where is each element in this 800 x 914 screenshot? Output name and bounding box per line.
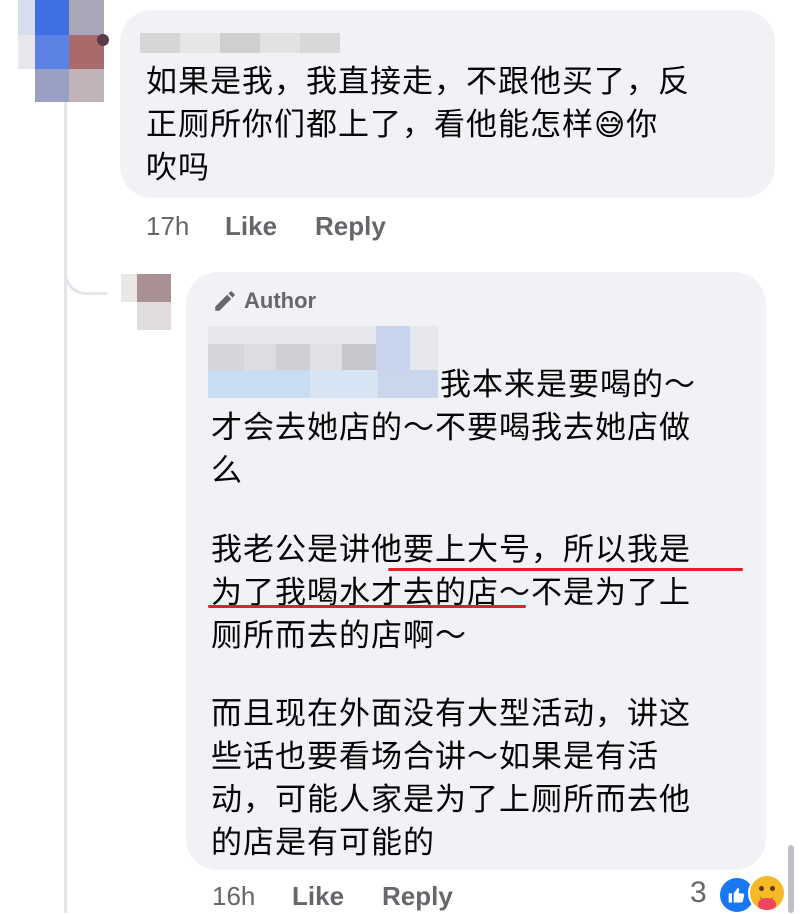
reply-text-line: 些话也要看场合讲～如果是有活	[211, 739, 659, 775]
highlight-underline	[388, 568, 743, 571]
commenter-name-redacted	[140, 33, 340, 53]
comment-text-line: 如果是我，我直接走，不跟他买了，反	[146, 64, 690, 100]
reply-button[interactable]: Reply	[315, 211, 386, 242]
reply-text-line: 而且现在外面没有大型活动，讲这	[211, 696, 691, 732]
avatar[interactable]	[0, 0, 109, 104]
pencil-icon	[215, 291, 235, 311]
like-label: Like	[292, 881, 345, 911]
reply-timestamp[interactable]: 16h	[212, 881, 255, 912]
reply-text-line: 的店是有可能的	[211, 825, 435, 861]
like-label: Like	[225, 211, 278, 241]
comment-text-segment: 正厕所你们都上了，看他能怎样	[146, 107, 594, 143]
comment-text-line: 吹吗	[146, 150, 210, 186]
comment-text-line: 正厕所你们都上了，看他能怎样😅你	[146, 104, 658, 147]
thread-connector	[64, 100, 67, 913]
reply-button[interactable]: Reply	[382, 881, 453, 912]
scrollbar[interactable]	[788, 845, 794, 913]
comment-timestamp[interactable]: 17h	[146, 211, 189, 242]
reaction-count[interactable]: 3	[690, 876, 707, 910]
reply-text-line: 动，可能人家是为了上厕所而去他	[211, 782, 691, 818]
reply-text-line: 我本来是要喝的～	[440, 367, 696, 403]
reply-text-line: 厕所而去的店啊～	[211, 618, 467, 654]
care-reaction-icon	[748, 874, 786, 912]
thread-branch	[64, 250, 107, 295]
comment-text-segment: 你	[626, 107, 659, 143]
like-button[interactable]: Like	[292, 881, 344, 912]
reply-text-line: 才会去她店的～不要喝我去她店做	[211, 410, 691, 446]
reply-text-line: 为了我喝水才去的店～不是为了上	[211, 575, 691, 611]
reply-label: Reply	[315, 211, 386, 241]
author-badge-label: Author	[244, 288, 317, 313]
sweat-smile-emoji-icon: 😅	[594, 108, 627, 143]
reply-label: Reply	[382, 881, 453, 911]
avatar[interactable]	[121, 274, 173, 330]
highlight-underline	[208, 605, 526, 608]
replier-name-redacted	[208, 326, 438, 398]
reply-text-line: 我老公是讲他要上大号，所以我是	[211, 532, 691, 568]
reply-text-line: 么	[211, 453, 243, 489]
like-button[interactable]: Like	[225, 211, 277, 242]
author-badge: Author	[212, 288, 316, 314]
